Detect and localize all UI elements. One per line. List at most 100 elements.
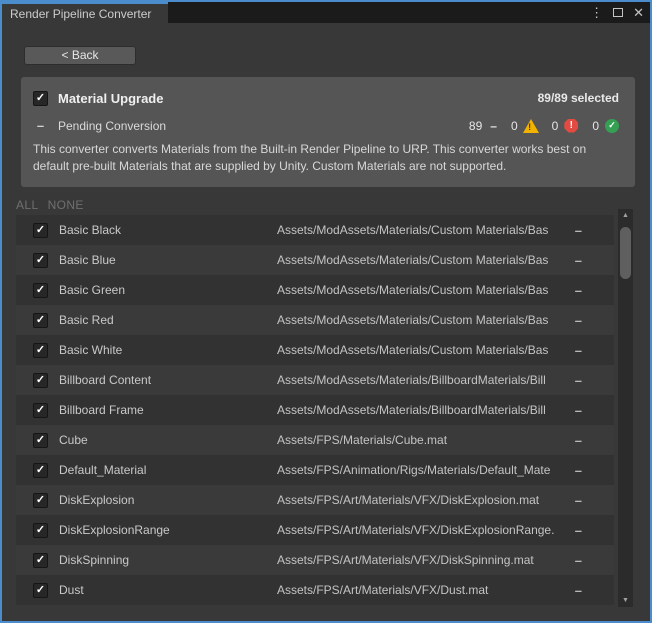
menu-icon[interactable]: ⋮ bbox=[590, 6, 603, 19]
item-checkbox[interactable]: ✓ bbox=[33, 493, 48, 508]
maximize-icon[interactable] bbox=[613, 8, 623, 17]
status-counts: 89 – 0 ! 0 ! 0 ✓ bbox=[469, 119, 619, 133]
scroll-down-icon[interactable]: ▼ bbox=[618, 594, 633, 607]
item-checkbox[interactable]: ✓ bbox=[33, 433, 48, 448]
selected-count-label: 89/89 selected bbox=[538, 91, 619, 105]
item-path: Assets/FPS/Art/Materials/VFX/Dust.mat bbox=[277, 583, 566, 597]
item-path: Assets/FPS/Art/Materials/VFX/DiskExplosi… bbox=[277, 493, 566, 507]
checkmark-icon: ✓ bbox=[36, 585, 45, 596]
checkmark-icon: ✓ bbox=[36, 225, 45, 236]
item-name: DiskSpinning bbox=[59, 553, 129, 567]
item-name: Basic Blue bbox=[59, 253, 116, 267]
item-name: Cube bbox=[59, 433, 88, 447]
item-checkbox[interactable]: ✓ bbox=[33, 283, 48, 298]
item-status-pending-icon: – bbox=[575, 403, 582, 418]
scrollbar[interactable]: ▲ ▼ bbox=[618, 209, 633, 607]
select-all-button[interactable]: ALL bbox=[16, 198, 39, 212]
table-row: ✓ Dust Assets/FPS/Art/Materials/VFX/Dust.m… bbox=[16, 575, 614, 605]
item-checkbox[interactable]: ✓ bbox=[33, 583, 48, 598]
item-path: Assets/ModAssets/Materials/Custom Materi… bbox=[277, 313, 566, 327]
item-checkbox[interactable]: ✓ bbox=[33, 553, 48, 568]
item-checkbox[interactable]: ✓ bbox=[33, 403, 48, 418]
close-icon[interactable]: ✕ bbox=[633, 6, 644, 19]
warning-icon: ! bbox=[524, 119, 538, 133]
checkmark-icon: ✓ bbox=[36, 345, 45, 356]
item-name: Basic Green bbox=[59, 283, 125, 297]
scroll-up-icon[interactable]: ▲ bbox=[618, 209, 633, 222]
table-row: ✓ Basic Black Assets/ModAssets/Materials/C… bbox=[16, 215, 614, 245]
tab-render-pipeline-converter[interactable]: Render Pipeline Converter bbox=[2, 2, 168, 23]
render-pipeline-converter-window: Render Pipeline Converter ⋮ ✕ < Back ✓ M… bbox=[0, 0, 652, 623]
item-checkbox[interactable]: ✓ bbox=[33, 253, 48, 268]
checkmark-icon: ✓ bbox=[36, 315, 45, 326]
pending-dash-icon: – bbox=[33, 118, 48, 133]
item-path: Assets/FPS/Art/Materials/VFX/DiskSpinnin… bbox=[277, 553, 566, 567]
error-icon: ! bbox=[564, 119, 578, 133]
table-row: ✓ DiskExplosionRange Assets/FPS/Art/Materi… bbox=[16, 515, 614, 545]
item-status-pending-icon: – bbox=[575, 283, 582, 298]
scrollbar-thumb[interactable] bbox=[620, 227, 631, 279]
item-checkbox[interactable]: ✓ bbox=[33, 373, 48, 388]
table-row: ✓ Billboard Content Assets/ModAssets/Mater… bbox=[16, 365, 614, 395]
item-path: Assets/FPS/Art/Materials/VFX/DiskExplosi… bbox=[277, 523, 566, 537]
item-checkbox[interactable]: ✓ bbox=[33, 523, 48, 538]
table-row: ✓ Default_Material Assets/FPS/Animation/Ri… bbox=[16, 455, 614, 485]
item-name: Billboard Content bbox=[59, 373, 151, 387]
checkmark-icon: ✓ bbox=[36, 435, 45, 446]
materials-list: ✓ Basic Black Assets/ModAssets/Materials/C… bbox=[16, 215, 614, 605]
table-row: ✓Billboard FrameAssets/ModAssets/Materia… bbox=[16, 395, 614, 425]
item-path: Assets/ModAssets/Materials/Custom Materi… bbox=[277, 223, 566, 237]
selection-controls: ALL NONE bbox=[16, 198, 84, 212]
item-path: Assets/ModAssets/Materials/BillboardMate… bbox=[277, 403, 566, 417]
success-icon: ✓ bbox=[605, 119, 619, 133]
item-name: DiskExplosionRange bbox=[59, 523, 170, 537]
pending-status-icon: – bbox=[490, 119, 497, 133]
table-row: ✓DiskExplosionAssets/FPS/Art/Materials/V… bbox=[16, 485, 614, 515]
item-status-pending-icon: – bbox=[575, 523, 582, 538]
title-bar: Render Pipeline Converter ⋮ ✕ bbox=[2, 2, 650, 23]
converter-description: This converter converts Materials from t… bbox=[33, 141, 625, 175]
item-status-pending-icon: – bbox=[575, 343, 582, 358]
table-row: ✓ Basic Green Assets/ModAssets/Materials/C… bbox=[16, 275, 614, 305]
item-path: Assets/ModAssets/Materials/Custom Materi… bbox=[277, 283, 566, 297]
item-name: Dust bbox=[59, 583, 84, 597]
item-path: Assets/ModAssets/Materials/Custom Materi… bbox=[277, 253, 566, 267]
item-status-pending-icon: – bbox=[575, 433, 582, 448]
checkmark-icon: ✓ bbox=[36, 525, 45, 536]
item-checkbox[interactable]: ✓ bbox=[33, 313, 48, 328]
item-status-pending-icon: – bbox=[575, 583, 582, 598]
converter-title: Material Upgrade bbox=[58, 91, 163, 106]
converter-checkbox[interactable]: ✓ bbox=[33, 91, 48, 106]
checkmark-icon: ✓ bbox=[36, 495, 45, 506]
pending-conversion-label: Pending Conversion bbox=[58, 119, 166, 133]
item-checkbox[interactable]: ✓ bbox=[33, 343, 48, 358]
table-row: ✓ Cube Assets/FPS/Materials/Cube.mat– bbox=[16, 425, 614, 455]
warning-count: 0 bbox=[511, 119, 518, 133]
select-none-button[interactable]: NONE bbox=[48, 198, 84, 212]
item-status-pending-icon: – bbox=[575, 253, 582, 268]
item-path: Assets/ModAssets/Materials/Custom Materi… bbox=[277, 343, 566, 357]
item-name: Basic Black bbox=[59, 223, 121, 237]
success-count: 0 bbox=[592, 119, 599, 133]
checkmark-icon: ✓ bbox=[36, 285, 45, 296]
pending-status-row: – Pending Conversion 89 – 0 ! 0 ! 0 ✓ bbox=[33, 118, 619, 133]
window-controls: ⋮ ✕ bbox=[590, 2, 644, 23]
checkmark-icon: ✓ bbox=[36, 465, 45, 476]
item-path: Assets/ModAssets/Materials/BillboardMate… bbox=[277, 373, 566, 387]
error-count: 0 bbox=[552, 119, 559, 133]
table-row: ✓ DiskSpinning Assets/FPS/Art/Materials/VF… bbox=[16, 545, 614, 575]
item-checkbox[interactable]: ✓ bbox=[33, 223, 48, 238]
item-status-pending-icon: – bbox=[575, 313, 582, 328]
item-name: Basic Red bbox=[59, 313, 114, 327]
item-checkbox[interactable]: ✓ bbox=[33, 463, 48, 478]
pending-count: 89 bbox=[469, 119, 482, 133]
window-title: Render Pipeline Converter bbox=[10, 7, 151, 21]
converter-header: ✓ Material Upgrade 89/89 selected bbox=[33, 90, 619, 106]
item-status-pending-icon: – bbox=[575, 493, 582, 508]
item-name: Default_Material bbox=[59, 463, 146, 477]
checkmark-icon: ✓ bbox=[36, 255, 45, 266]
item-path: Assets/FPS/Animation/Rigs/Materials/Defa… bbox=[277, 463, 566, 477]
checkmark-icon: ✓ bbox=[36, 93, 45, 104]
item-path: Assets/FPS/Materials/Cube.mat bbox=[277, 433, 566, 447]
back-button[interactable]: < Back bbox=[24, 46, 136, 65]
